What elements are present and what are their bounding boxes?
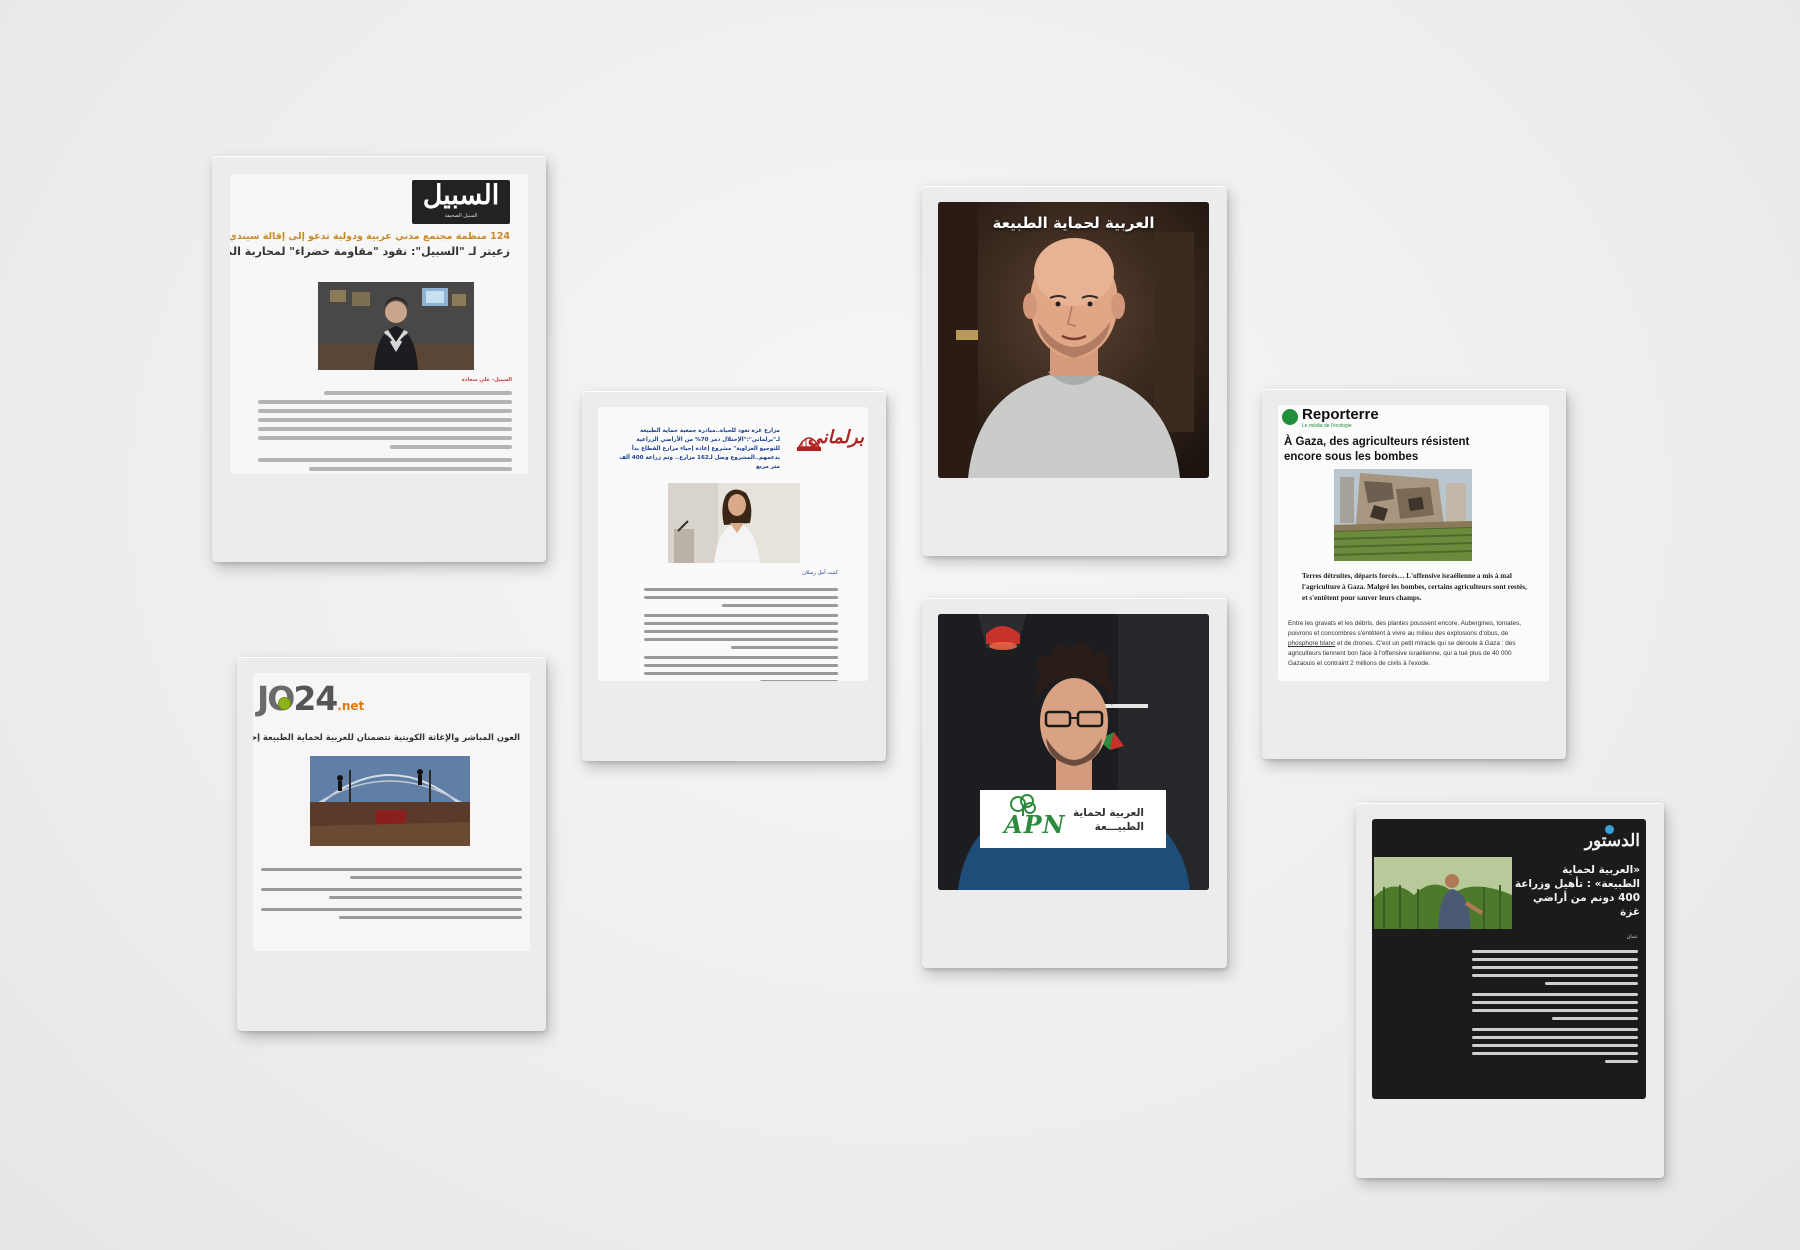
- barlamani-byline: كتبت أمل رسلان: [802, 570, 838, 576]
- reporterre-photo: [1334, 469, 1472, 561]
- barlamani-logo-text: برلماني: [807, 427, 864, 448]
- reporterre-body-text: Entre les gravats et les débris, des pla…: [1288, 620, 1522, 637]
- destroyed-buildings-farmland-image: [1334, 469, 1472, 561]
- card-jo24[interactable]: JO24.net العون المباشر والإغاثة الكويتية…: [237, 657, 546, 1031]
- greenhouse-workers-image: [310, 756, 470, 846]
- reporterre-headline: À Gaza, des agriculteurs résistent encor…: [1284, 436, 1470, 463]
- jo24-headline: العون المباشر والإغاثة الكويتية تتضمنان …: [253, 732, 520, 742]
- assabeel-kicker: 124 منظمة مجتمع مدني عربية ودولية تدعو إ…: [230, 231, 510, 242]
- assabeel-photo: [318, 282, 474, 370]
- addustour-body-text: [1472, 945, 1638, 1068]
- assabeel-logo-tagline: السبيل الصحيفة: [444, 213, 478, 219]
- card-assabeel[interactable]: السبيل السبيل الصحيفة 124 منظمة مجتمع مد…: [212, 156, 546, 562]
- video-speaker-frame[interactable]: العربية لحماية الطبيعة: [938, 202, 1209, 478]
- jo24-logo-net: .net: [337, 699, 365, 713]
- addustour-logo: الدستور: [1582, 821, 1640, 857]
- barlamani-logo: برلماني: [794, 423, 864, 457]
- assabeel-headline: زعيتر لـ "السبيل": نقود "مقاومة خضراء" ل…: [230, 245, 510, 258]
- jo24-article: JO24.net العون المباشر والإغاثة الكويتية…: [253, 673, 530, 951]
- card-addustour[interactable]: الدستور «العربية لحماية الطبيعة» : تأهيل…: [1356, 803, 1664, 1178]
- addustour-logo-text: الدستور: [1584, 831, 1640, 851]
- assabeel-article: السبيل السبيل الصحيفة 124 منظمة مجتمع مد…: [230, 174, 528, 474]
- woman-portrait-image: [668, 483, 800, 563]
- video-apn-frame[interactable]: APN العربية لحماية الطبيـــعة: [938, 614, 1209, 890]
- speaker-at-desk-image: [318, 282, 474, 370]
- addustour-article: الدستور «العربية لحماية الطبيعة» : تأهيل…: [1372, 819, 1646, 1099]
- bald-man-video-still: [938, 202, 1209, 478]
- apn-logo-text: APN: [1004, 810, 1066, 839]
- video-speaker-caption: العربية لحماية الطبيعة: [992, 214, 1155, 232]
- card-reporterre[interactable]: Reporterre Le média de l'écologie À Gaza…: [1262, 389, 1566, 759]
- apn-org-name-line1: العربية لحماية: [1072, 807, 1144, 819]
- jo24-body-text: [261, 863, 522, 924]
- assabeel-logo: السبيل السبيل الصحيفة: [412, 180, 510, 224]
- card-video-apn[interactable]: APN العربية لحماية الطبيـــعة: [922, 598, 1227, 968]
- jo24-photo: [310, 756, 470, 846]
- addustour-headline: «العربية لحماية الطبيعة» : تأهيل وزراعة …: [1514, 864, 1640, 918]
- reporterre-tagline: Le média de l'écologie: [1302, 423, 1352, 429]
- reporterre-body: Entre les gravats et les débris, des pla…: [1288, 619, 1540, 669]
- reporterre-lead: Terres détruites, départs forcés… L'offe…: [1302, 572, 1527, 602]
- addustour-dateline: عمان: [1626, 934, 1639, 940]
- apn-org-name-line2: الطبيـــعة: [1094, 821, 1144, 833]
- barlamani-photo: [668, 483, 800, 563]
- card-video-speaker[interactable]: العربية لحماية الطبيعة: [922, 186, 1227, 556]
- reporterre-article: Reporterre Le média de l'écologie À Gaza…: [1278, 405, 1549, 681]
- jo24-logo: JO24.net: [257, 677, 364, 721]
- farmer-with-plants-image: [1374, 857, 1512, 929]
- addustour-photo: [1374, 857, 1512, 929]
- jo24-clock-icon: [278, 697, 291, 710]
- assabeel-body-text: [258, 386, 512, 474]
- barlamani-headline: مزارع غزة تعود للحياة..مبادرة جمعية حماي…: [619, 428, 780, 470]
- reporterre-logo: Reporterre: [1302, 406, 1379, 423]
- assabeel-logo-text: السبيل: [422, 180, 500, 211]
- apn-logo-banner: APN العربية لحماية الطبيـــعة: [980, 790, 1166, 848]
- barlamani-article: برلماني مزارع غزة تعود للحياة..مبادرة جم…: [598, 407, 868, 681]
- barlamani-body-text: [644, 583, 838, 681]
- jo24-logo-24: 24: [293, 679, 338, 718]
- reporterre-logo-icon: [1282, 409, 1298, 425]
- young-man-video-still: [938, 614, 1209, 890]
- card-barlamani[interactable]: برلماني مزارع غزة تعود للحياة..مبادرة جم…: [582, 391, 886, 761]
- reporterre-body-link[interactable]: phosphore blanc: [1288, 640, 1335, 647]
- assabeel-byline: السبيل- علي سعادة: [461, 377, 512, 383]
